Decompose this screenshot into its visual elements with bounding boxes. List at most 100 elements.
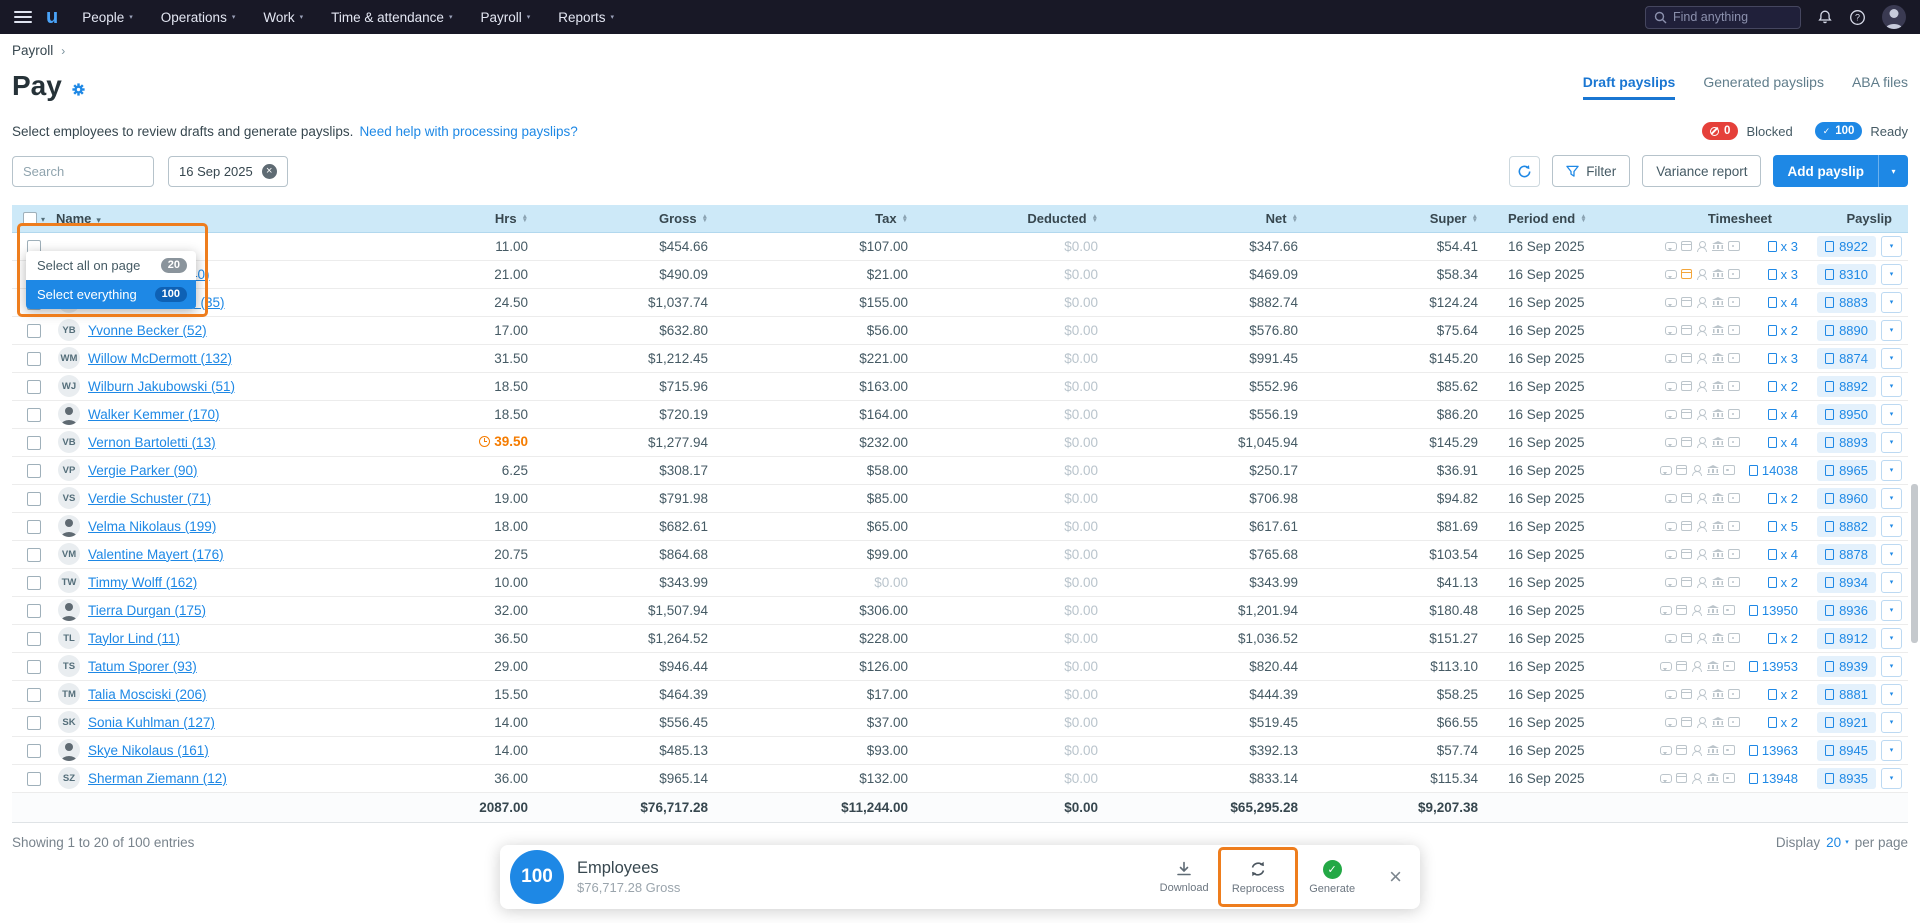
timesheet-link[interactable]: x 4 — [1754, 435, 1798, 450]
select-menu-trigger-icon[interactable]: ▾ — [41, 215, 45, 224]
nav-item-time-attendance[interactable]: Time & attendance▾ — [331, 10, 452, 25]
row-checkbox[interactable] — [27, 688, 41, 702]
timesheet-link[interactable]: x 2 — [1754, 687, 1798, 702]
table-row[interactable]: SKSonia Kuhlman (127)14.00$556.45$37.00$… — [12, 708, 1908, 736]
help-payslips-link[interactable]: Need help with processing payslips? — [359, 124, 577, 139]
employee-name-link[interactable]: Wilburn Jakubowski (51) — [88, 379, 235, 394]
payslip-dropdown-button[interactable]: ▾ — [1881, 460, 1902, 481]
table-row[interactable]: WJWilburn Jakubowski (51)18.50$715.96$16… — [12, 372, 1908, 400]
timesheet-link[interactable]: x 2 — [1754, 323, 1798, 338]
employee-name-link[interactable]: Taylor Lind (11) — [88, 631, 180, 646]
add-payslip-dropdown-button[interactable]: ▾ — [1878, 155, 1908, 187]
payslip-link[interactable]: 8921 — [1817, 712, 1876, 733]
timesheet-link[interactable]: x 3 — [1754, 239, 1798, 254]
payslip-dropdown-button[interactable]: ▾ — [1881, 516, 1902, 537]
row-checkbox[interactable] — [27, 744, 41, 758]
nav-item-reports[interactable]: Reports▾ — [558, 10, 614, 25]
payslip-link[interactable]: 8939 — [1817, 656, 1876, 677]
row-checkbox[interactable] — [27, 492, 41, 506]
hamburger-menu-icon[interactable] — [14, 11, 32, 23]
payslip-dropdown-button[interactable]: ▾ — [1881, 236, 1902, 257]
payslip-dropdown-button[interactable]: ▾ — [1881, 740, 1902, 761]
notifications-bell-icon[interactable] — [1817, 9, 1833, 25]
header-tax[interactable]: Tax — [875, 211, 896, 226]
employee-name-link[interactable]: Talia Mosciski (206) — [88, 687, 207, 702]
timesheet-link[interactable]: 13948 — [1749, 771, 1798, 786]
table-row[interactable]: YBYvonne Becker (52)17.00$632.80$56.00$0… — [12, 316, 1908, 344]
employee-name-link[interactable]: Sherman Ziemann (12) — [88, 771, 227, 786]
header-deducted[interactable]: Deducted — [1027, 211, 1086, 226]
row-checkbox[interactable] — [27, 520, 41, 534]
payslip-dropdown-button[interactable]: ▾ — [1881, 600, 1902, 621]
refresh-button[interactable] — [1509, 156, 1540, 187]
row-checkbox[interactable] — [27, 352, 41, 366]
timesheet-link[interactable]: x 5 — [1754, 519, 1798, 534]
row-checkbox[interactable] — [27, 324, 41, 338]
sort-icon[interactable]: ▲▼ — [902, 215, 908, 223]
payslip-link[interactable]: 8892 — [1817, 376, 1876, 397]
table-row[interactable]: Skye Nikolaus (161)14.00$485.13$93.00$0.… — [12, 736, 1908, 764]
table-row[interactable]: 11.00$454.66$107.00$0.00$347.66$54.4116 … — [12, 232, 1908, 260]
clear-date-icon[interactable]: × — [262, 164, 277, 179]
timesheet-link[interactable]: 13963 — [1749, 743, 1798, 758]
timesheet-link[interactable]: x 3 — [1754, 267, 1798, 282]
header-hrs[interactable]: Hrs — [495, 211, 517, 226]
payslip-link[interactable]: 8936 — [1817, 600, 1876, 621]
payslip-link[interactable]: 8945 — [1817, 740, 1876, 761]
employee-name-link[interactable]: Yvonne Becker (52) — [88, 323, 207, 338]
settings-gear-icon[interactable] — [71, 82, 86, 97]
row-checkbox[interactable] — [27, 436, 41, 450]
timesheet-link[interactable]: x 4 — [1754, 547, 1798, 562]
table-row[interactable]: ZGZander Gutkowski (35)24.50$1,037.74$15… — [12, 288, 1908, 316]
table-row[interactable]: TLTaylor Lind (11)36.50$1,264.52$228.00$… — [12, 624, 1908, 652]
timesheet-link[interactable]: x 4 — [1754, 407, 1798, 422]
payslip-link[interactable]: 8935 — [1817, 768, 1876, 789]
employee-name-link[interactable]: Tierra Durgan (175) — [88, 603, 206, 618]
pay-date-filter-chip[interactable]: 16 Sep 2025 × — [168, 156, 288, 187]
employee-name-link[interactable]: Vergie Parker (90) — [88, 463, 198, 478]
payslip-dropdown-button[interactable]: ▾ — [1881, 712, 1902, 733]
row-checkbox[interactable] — [27, 660, 41, 674]
help-icon[interactable]: ? — [1849, 9, 1866, 26]
nav-item-work[interactable]: Work▾ — [263, 10, 303, 25]
table-row[interactable]: VSVerdie Schuster (71)19.00$791.98$85.00… — [12, 484, 1908, 512]
employee-name-link[interactable]: Valentine Mayert (176) — [88, 547, 224, 562]
payslip-dropdown-button[interactable]: ▾ — [1881, 572, 1902, 593]
row-checkbox[interactable] — [27, 464, 41, 478]
row-checkbox[interactable] — [27, 408, 41, 422]
payslip-dropdown-button[interactable]: ▾ — [1881, 684, 1902, 705]
row-checkbox[interactable] — [27, 604, 41, 618]
payslip-dropdown-button[interactable]: ▾ — [1881, 264, 1902, 285]
payslip-dropdown-button[interactable]: ▾ — [1881, 348, 1902, 369]
row-checkbox[interactable] — [27, 772, 41, 786]
employee-name-link[interactable]: Timmy Wolff (162) — [88, 575, 197, 590]
table-row[interactable]: WMWillow McDermott (132)31.50$1,212.45$2… — [12, 344, 1908, 372]
menu-item-select-all-on-page[interactable]: Select all on page 20 — [26, 251, 196, 280]
row-checkbox[interactable] — [27, 380, 41, 394]
sort-icon[interactable]: ▲▼ — [1472, 215, 1478, 223]
payslip-link[interactable]: 8950 — [1817, 404, 1876, 425]
table-row[interactable]: Velma Nikolaus (199)18.00$682.61$65.00$0… — [12, 512, 1908, 540]
timesheet-link[interactable]: 13950 — [1749, 603, 1798, 618]
employee-name-link[interactable]: Skye Nikolaus (161) — [88, 743, 209, 758]
payslip-dropdown-button[interactable]: ▾ — [1881, 320, 1902, 341]
select-all-checkbox[interactable] — [23, 212, 37, 226]
table-row[interactable]: TWTimmy Wolff (162)10.00$343.99$0.00$0.0… — [12, 568, 1908, 596]
header-gross[interactable]: Gross — [659, 211, 697, 226]
payslip-dropdown-button[interactable]: ▾ — [1881, 628, 1902, 649]
payslip-dropdown-button[interactable]: ▾ — [1881, 376, 1902, 397]
download-button[interactable]: Download — [1151, 860, 1217, 894]
nav-item-people[interactable]: People▾ — [82, 10, 133, 25]
breadcrumb-link-payroll[interactable]: Payroll — [12, 43, 53, 58]
employee-search-input[interactable] — [12, 156, 154, 187]
timesheet-link[interactable]: x 2 — [1754, 491, 1798, 506]
table-row[interactable]: Walker Kemmer (170)18.50$720.19$164.00$0… — [12, 400, 1908, 428]
payslip-link[interactable]: 8874 — [1817, 348, 1876, 369]
employee-name-link[interactable]: Sonia Kuhlman (127) — [88, 715, 215, 730]
global-search[interactable] — [1645, 6, 1801, 29]
row-checkbox[interactable] — [27, 716, 41, 730]
payslip-link[interactable]: 8960 — [1817, 488, 1876, 509]
payslip-dropdown-button[interactable]: ▾ — [1881, 432, 1902, 453]
close-icon[interactable]: × — [1389, 866, 1402, 888]
table-row[interactable]: VPVergie Parker (90)6.25$308.17$58.00$0.… — [12, 456, 1908, 484]
